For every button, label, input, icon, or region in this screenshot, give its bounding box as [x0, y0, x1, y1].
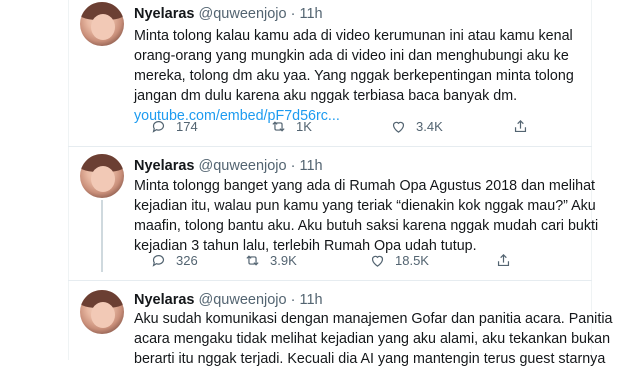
tweet-line: acara mengaku tidak melihat kejadian yan… — [134, 331, 611, 347]
tweet-line: Aku sudah komunikasi dengan manajemen Go… — [134, 311, 613, 327]
reply-count: 326 — [176, 253, 198, 268]
retweet-icon — [246, 255, 259, 266]
tweet-line: kejadian itu, walau pun kamu yang teriak… — [134, 198, 596, 214]
reply-icon — [152, 255, 164, 267]
like-count: 18.5K — [395, 253, 429, 268]
reply-button[interactable]: 326 — [150, 252, 244, 269]
tweet-line: jangan dm dulu karena aku nggak terbiasa… — [134, 88, 518, 104]
tweet-time[interactable]: 11h — [300, 6, 323, 22]
tweet-actions: 326 3.9K 18.5K — [150, 252, 512, 269]
separator-dot: · — [290, 6, 296, 22]
author-name[interactable]: Nyelaras — [134, 292, 194, 308]
avatar[interactable] — [80, 2, 124, 46]
share-icon — [497, 253, 510, 267]
author-name[interactable]: Nyelaras — [134, 158, 194, 174]
avatar[interactable] — [80, 154, 124, 198]
author-handle[interactable]: @quweenjojo — [199, 292, 287, 308]
avatar[interactable] — [80, 290, 124, 334]
retweet-button[interactable]: 3.9K — [244, 252, 369, 269]
tweet-actions: 174 1K 3.4K — [150, 118, 529, 135]
tweet-line: Minta tolong kalau kamu ada di video ker… — [134, 28, 573, 44]
retweet-icon — [272, 121, 285, 132]
like-icon — [392, 121, 405, 133]
like-button[interactable]: 18.5K — [369, 252, 495, 269]
retweet-count: 1K — [296, 119, 312, 134]
tweet-line: berarti itu nggak terjadi. Kecuali dia A… — [134, 351, 606, 367]
separator-dot: · — [290, 158, 296, 174]
reply-button[interactable]: 174 — [150, 118, 270, 135]
tweet-divider — [68, 280, 592, 281]
author-name[interactable]: Nyelaras — [134, 6, 194, 22]
author-handle[interactable]: @quweenjojo — [199, 158, 287, 174]
separator-dot: · — [290, 292, 296, 308]
tweet-header: Nyelaras @quweenjojo · 11h — [134, 158, 323, 174]
reply-count: 174 — [176, 119, 198, 134]
reply-icon — [152, 121, 164, 133]
tweet-line: orang-orang yang mungkin ada di video in… — [134, 48, 569, 64]
tweet-time[interactable]: 11h — [300, 292, 323, 308]
author-handle[interactable]: @quweenjojo — [199, 6, 287, 22]
retweet-button[interactable]: 1K — [270, 118, 390, 135]
tweet-line: mereka, tolong dm aku yaa. Yang nggak be… — [134, 68, 574, 84]
tweet-divider — [68, 146, 592, 147]
like-count: 3.4K — [416, 119, 443, 134]
tweet-header: Nyelaras @quweenjojo · 11h — [134, 6, 323, 22]
share-button[interactable] — [495, 252, 512, 269]
tweet-line: Minta tolongg banget yang ada di Rumah O… — [134, 178, 595, 194]
tweet-feed: Nyelaras @quweenjojo · 11h Minta tolong … — [0, 0, 640, 367]
share-button[interactable] — [512, 118, 529, 135]
tweet-line: maafin, tolong bantu aku. Aku butuh saks… — [134, 218, 599, 234]
tweet-text: Minta tolongg banget yang ada di Rumah O… — [134, 176, 599, 256]
tweet-time[interactable]: 11h — [300, 158, 323, 174]
like-icon — [371, 255, 384, 267]
thread-connector-line — [101, 200, 103, 272]
tweet-text: Minta tolong kalau kamu ada di video ker… — [134, 26, 574, 126]
like-button[interactable]: 3.4K — [390, 118, 512, 135]
retweet-count: 3.9K — [270, 253, 297, 268]
tweet-header: Nyelaras @quweenjojo · 11h — [134, 292, 323, 308]
share-icon — [514, 119, 527, 133]
feed-border-left — [68, 0, 69, 360]
tweet-text: Aku sudah komunikasi dengan manajemen Go… — [134, 309, 613, 369]
